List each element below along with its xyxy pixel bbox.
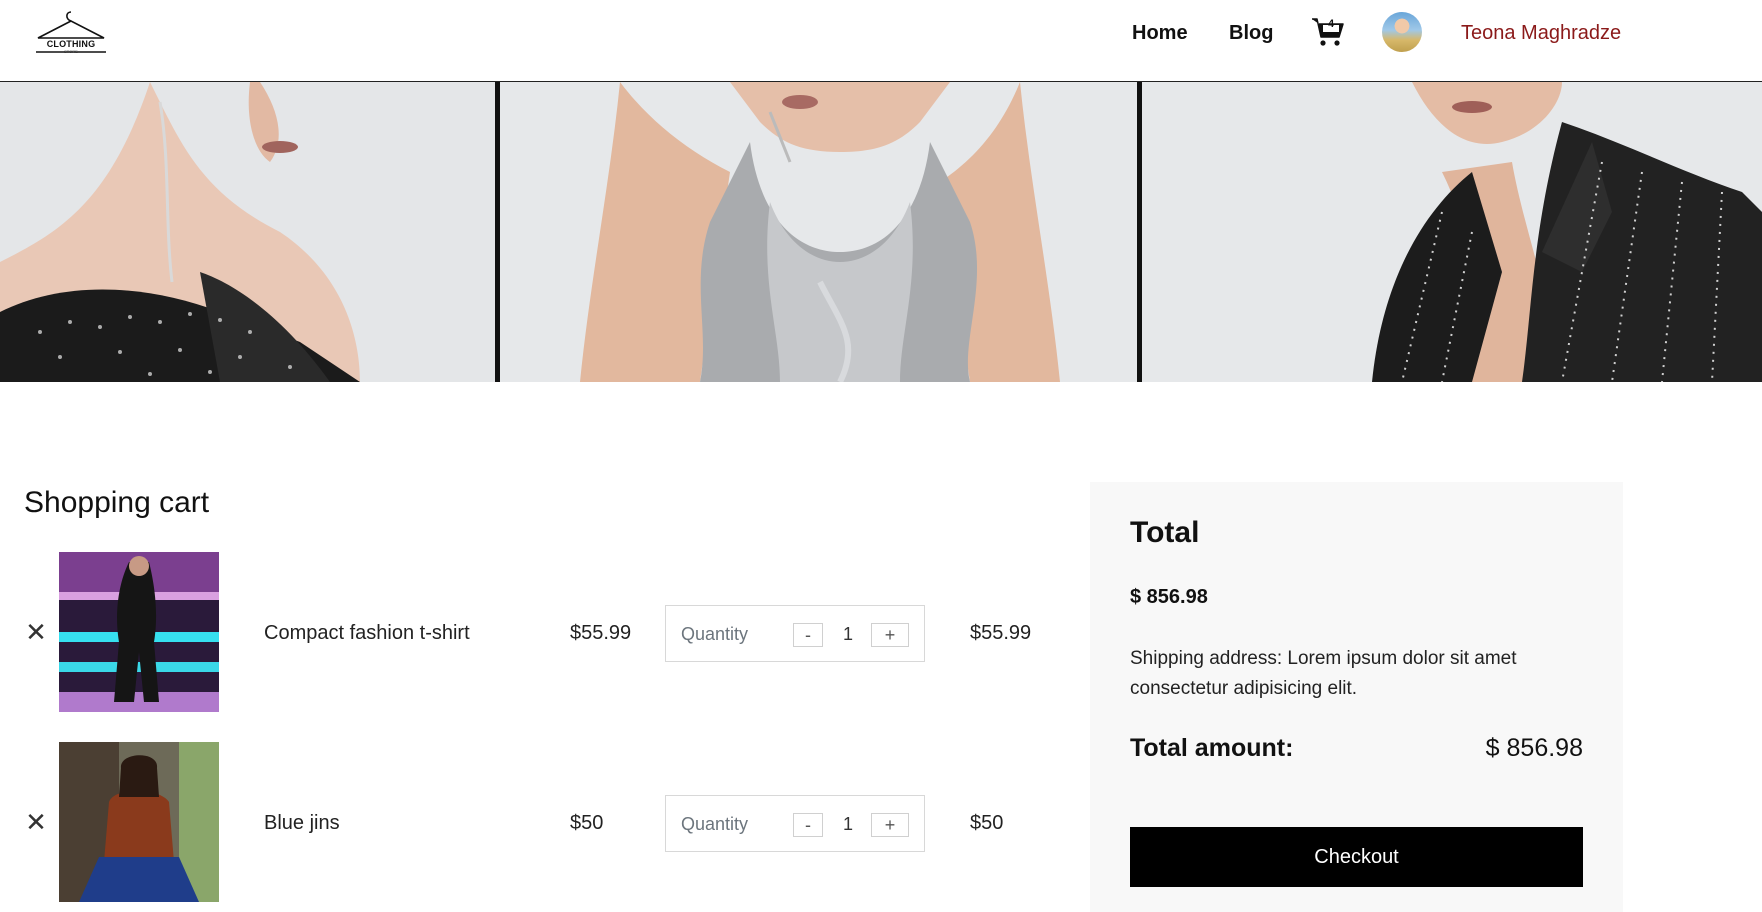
item-unit-price: $55.99 — [570, 622, 632, 644]
user-name-link[interactable]: Teona Maghradze — [1461, 22, 1621, 45]
product-thumbnail[interactable] — [59, 742, 219, 902]
cart-button[interactable]: 4 — [1310, 14, 1346, 50]
cart-title: Shopping cart — [24, 486, 210, 519]
quantity-label: Quantity — [681, 814, 749, 834]
shipping-address: Shipping address: Lorem ipsum dolor sit … — [1130, 648, 1517, 699]
order-summary-panel: Total $ 856.98 Shipping address: Lorem i… — [1090, 482, 1623, 912]
remove-item-button[interactable]: ✕ — [24, 809, 48, 835]
logo-text: CLOTHING — [46, 39, 96, 49]
summary-price: $ 856.98 — [1130, 586, 1208, 608]
nav-blog-link[interactable]: Blog — [1229, 22, 1273, 45]
item-unit-price: $50 — [570, 812, 604, 834]
quantity-label: Quantity — [681, 624, 749, 644]
cart-count-badge: 4 — [1327, 18, 1335, 30]
logo-subtext: STORE — [64, 49, 78, 54]
total-amount-value: $ 856.98 — [1485, 734, 1583, 762]
top-navbar: CLOTHING STORE Home Blog 4 Teona Maghrad… — [0, 0, 1762, 82]
quantity-increase-button[interactable]: + — [871, 813, 909, 837]
store-logo[interactable]: CLOTHING STORE — [32, 8, 110, 54]
hero-image-2 — [500, 82, 1137, 382]
hero-image-3 — [1142, 82, 1762, 382]
checkout-button[interactable]: Checkout — [1130, 827, 1583, 887]
quantity-stepper: Quantity - 1 + — [665, 795, 925, 852]
item-line-total: $55.99 — [970, 622, 1032, 644]
total-amount-label: Total amount: — [1130, 734, 1294, 762]
hero-image-1 — [0, 82, 495, 382]
item-name[interactable]: Compact fashion t-shirt — [264, 622, 470, 645]
quantity-value[interactable]: 1 — [837, 624, 859, 645]
quantity-decrease-button[interactable]: - — [793, 623, 823, 647]
quantity-value[interactable]: 1 — [837, 814, 859, 835]
cart-item-row: ✕ Compact fashion t-shirt $55.99 Quantit… — [0, 552, 1060, 712]
quantity-stepper: Quantity - 1 + — [665, 605, 925, 662]
nav-home-link[interactable]: Home — [1132, 22, 1188, 45]
user-avatar[interactable] — [1382, 12, 1422, 52]
item-line-total: $50 — [970, 812, 1004, 834]
quantity-increase-button[interactable]: + — [871, 623, 909, 647]
quantity-decrease-button[interactable]: - — [793, 813, 823, 837]
item-name[interactable]: Blue jins — [264, 812, 340, 835]
product-thumbnail[interactable] — [59, 552, 219, 712]
hero-banner — [0, 82, 1762, 382]
cart-item-row: ✕ Blue jins $50 Quantity - 1 + $50 — [0, 742, 1060, 902]
summary-title: Total — [1130, 516, 1200, 549]
remove-item-button[interactable]: ✕ — [24, 619, 48, 645]
